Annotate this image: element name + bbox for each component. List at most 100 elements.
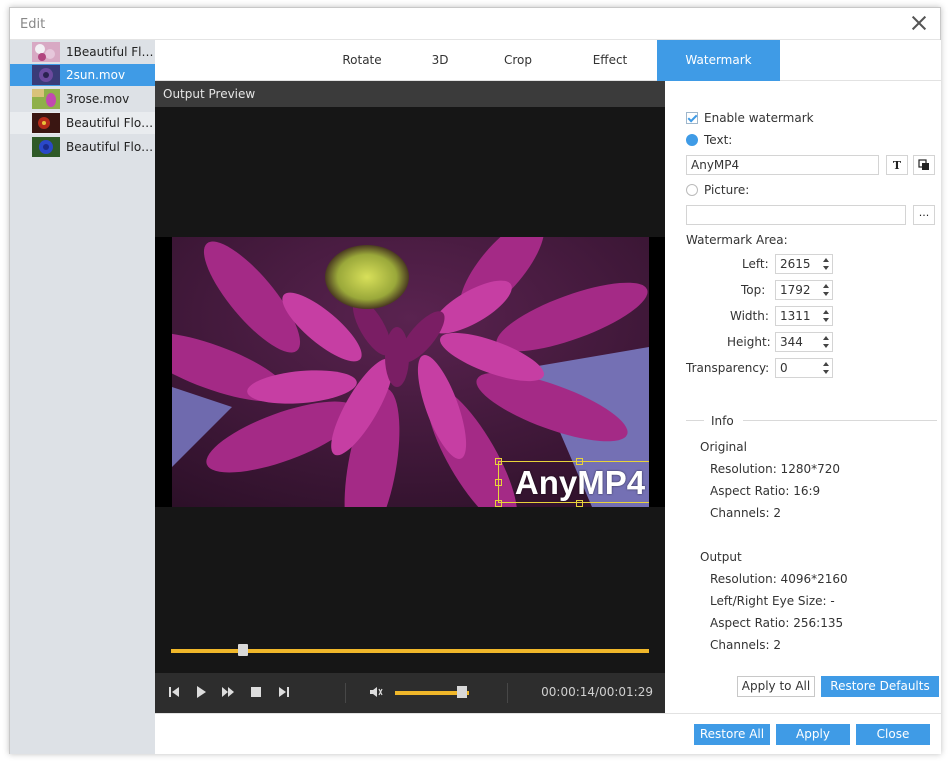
- picture-option-label: Picture:: [704, 183, 750, 197]
- width-stepper[interactable]: [775, 306, 833, 326]
- spin-arrows-icon[interactable]: [821, 283, 830, 297]
- width-input[interactable]: [776, 307, 820, 325]
- info-divider-left: [686, 420, 704, 421]
- edit-dialog: Edit 1Beautiful Flo... 2sun.mov 3rose.mo…: [9, 7, 941, 754]
- close-button[interactable]: Close: [856, 724, 930, 745]
- resize-handle-w[interactable]: [495, 479, 502, 486]
- file-thumbnail-icon: [32, 113, 60, 133]
- video-area: AnyMP4: [155, 237, 665, 507]
- window-title: Edit: [20, 17, 46, 32]
- time-display: 00:00:14/00:01:29: [541, 685, 653, 699]
- spin-arrows-icon[interactable]: [821, 257, 830, 271]
- original-aspect-ratio: Aspect Ratio: 16:9: [710, 484, 821, 498]
- file-name: 2sun.mov: [66, 68, 126, 82]
- transparency-input[interactable]: [776, 359, 820, 377]
- output-title: Output: [700, 550, 742, 564]
- edit-tabs: Rotate 3D Crop Effect Watermark: [155, 40, 941, 81]
- control-divider: [507, 683, 508, 703]
- enable-watermark-checkbox[interactable]: [686, 112, 698, 124]
- file-item-4[interactable]: Beautiful Flow...: [10, 112, 155, 134]
- title-bar: Edit: [10, 8, 940, 40]
- resize-handle-s[interactable]: [576, 500, 583, 507]
- file-name: Beautiful Flow...: [66, 116, 155, 130]
- file-thumbnail-icon: [32, 65, 60, 85]
- transparency-stepper[interactable]: [775, 358, 833, 378]
- tab-watermark[interactable]: Watermark: [657, 40, 780, 81]
- file-name: Beautiful Flow...: [66, 140, 155, 154]
- file-item-2[interactable]: 2sun.mov: [10, 64, 155, 86]
- original-resolution: Resolution: 1280*720: [710, 462, 841, 476]
- file-thumbnail-icon: [32, 137, 60, 157]
- font-icon[interactable]: T: [886, 155, 908, 175]
- play-icon[interactable]: [194, 685, 208, 699]
- spin-arrows-icon[interactable]: [821, 335, 830, 349]
- text-color-icon[interactable]: [913, 155, 935, 175]
- video-frame: AnyMP4: [172, 237, 649, 507]
- browse-button[interactable]: ···: [913, 205, 935, 225]
- watermark-settings: Enable watermark Text: T Picture: ··· Wa…: [665, 81, 941, 713]
- resize-handle-sw[interactable]: [495, 500, 502, 507]
- file-name: 1Beautiful Flo...: [66, 45, 155, 59]
- original-title: Original: [700, 440, 747, 454]
- watermark-preview-text: AnyMP4: [514, 464, 646, 501]
- stop-icon[interactable]: [249, 685, 263, 699]
- spin-arrows-icon[interactable]: [821, 309, 830, 323]
- apply-button[interactable]: Apply: [776, 724, 850, 745]
- skip-start-icon[interactable]: [167, 685, 181, 699]
- output-channels: Channels: 2: [710, 638, 782, 652]
- seek-handle[interactable]: [237, 644, 248, 656]
- info-title: Info: [711, 414, 734, 428]
- text-radio[interactable]: [686, 134, 698, 146]
- fast-forward-icon[interactable]: [221, 685, 235, 699]
- enable-watermark-label: Enable watermark: [704, 111, 814, 125]
- height-label: Height:: [727, 335, 771, 349]
- tab-crop[interactable]: Crop: [485, 40, 551, 81]
- file-item-1[interactable]: 1Beautiful Flo...: [10, 41, 155, 63]
- skip-end-icon[interactable]: [277, 685, 291, 699]
- file-item-5[interactable]: Beautiful Flow...: [10, 136, 155, 158]
- picture-path-input[interactable]: [686, 205, 906, 225]
- file-thumbnail-icon: [32, 42, 60, 62]
- file-name: 3rose.mov: [66, 92, 130, 106]
- file-list: 1Beautiful Flo... 2sun.mov 3rose.mov Bea…: [10, 40, 155, 754]
- tab-3d[interactable]: 3D: [413, 40, 467, 81]
- restore-defaults-button[interactable]: Restore Defaults: [821, 676, 939, 697]
- volume-handle[interactable]: [456, 686, 467, 698]
- watermark-text-input[interactable]: [686, 155, 879, 175]
- volume-icon[interactable]: [369, 685, 383, 699]
- left-stepper[interactable]: [775, 254, 833, 274]
- output-eye-size: Left/Right Eye Size: -: [710, 594, 835, 608]
- close-icon[interactable]: [910, 14, 928, 32]
- volume-slider[interactable]: [395, 686, 469, 698]
- playback-controls: 00:00:14/00:01:29: [155, 673, 665, 713]
- preview-header: Output Preview: [155, 81, 665, 107]
- output-aspect-ratio: Aspect Ratio: 256:135: [710, 616, 844, 630]
- info-divider-right: [743, 420, 937, 421]
- output-preview: Output Preview AnyMP4 00:00:14/00:01:29: [155, 81, 665, 713]
- original-channels: Channels: 2: [710, 506, 782, 520]
- apply-to-all-button[interactable]: Apply to All: [737, 676, 815, 697]
- top-label: Top:: [741, 283, 766, 297]
- control-divider: [345, 683, 346, 703]
- tab-effect[interactable]: Effect: [573, 40, 647, 81]
- seek-bar[interactable]: [171, 644, 649, 656]
- watermark-overlay[interactable]: AnyMP4: [495, 458, 649, 507]
- restore-all-button[interactable]: Restore All: [694, 724, 770, 745]
- width-label: Width:: [730, 309, 769, 323]
- top-stepper[interactable]: [775, 280, 833, 300]
- watermark-area-label: Watermark Area:: [686, 233, 788, 247]
- dialog-footer: Restore All Apply Close: [155, 713, 941, 754]
- picture-radio[interactable]: [686, 184, 698, 196]
- resize-handle-n[interactable]: [576, 458, 583, 465]
- resize-handle-nw[interactable]: [495, 458, 502, 465]
- top-input[interactable]: [776, 281, 820, 299]
- height-stepper[interactable]: [775, 332, 833, 352]
- text-option-label: Text:: [704, 133, 733, 147]
- height-input[interactable]: [776, 333, 820, 351]
- file-item-3[interactable]: 3rose.mov: [10, 88, 155, 110]
- left-input[interactable]: [776, 255, 820, 273]
- transparency-label: Transparency:: [686, 361, 770, 375]
- tab-rotate[interactable]: Rotate: [325, 40, 399, 81]
- spin-arrows-icon[interactable]: [821, 361, 830, 375]
- file-thumbnail-icon: [32, 89, 60, 109]
